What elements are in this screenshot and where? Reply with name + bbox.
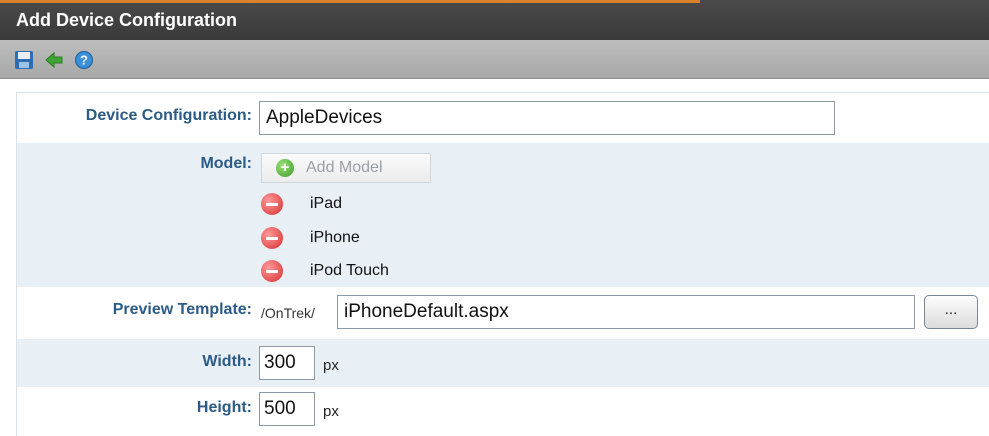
width-label: Width: [202, 353, 252, 370]
remove-icon[interactable] [261, 227, 283, 249]
window-title: Add Device Configuration [16, 10, 238, 30]
back-arrow-icon[interactable] [44, 50, 64, 70]
help-icon[interactable]: ? [74, 50, 94, 70]
add-plus-icon: + [276, 159, 294, 177]
browse-button[interactable]: ... [924, 295, 978, 329]
preview-template-input[interactable] [337, 295, 915, 329]
titlebar-accent-line [0, 0, 700, 3]
width-input[interactable] [259, 346, 315, 380]
template-path-prefix: /OnTrek/ [261, 305, 315, 321]
device-configuration-row: Device Configuration: [17, 93, 989, 143]
device-configuration-input[interactable] [259, 101, 835, 135]
form-panel: Device Configuration: Model: + Add Model… [16, 92, 989, 436]
device-configuration-label: Device Configuration: [85, 107, 252, 124]
remove-icon[interactable] [261, 193, 283, 215]
preview-template-row: Preview Template: /OnTrek/ ... [17, 287, 989, 339]
window-titlebar: Add Device Configuration [0, 0, 989, 40]
model-label: Model: [200, 155, 252, 172]
height-row: Height: px [17, 387, 989, 435]
height-unit: px [323, 403, 339, 420]
toolbar: ? [0, 40, 989, 79]
model-row: Model: + Add Model iPad iPhone iPod Touc… [17, 143, 989, 287]
preview-template-label: Preview Template: [112, 301, 252, 318]
add-model-label: Add Model [306, 159, 383, 176]
model-list-item: iPod Touch [261, 258, 561, 286]
height-label: Height: [196, 399, 252, 416]
width-unit: px [323, 357, 339, 374]
height-input[interactable] [259, 392, 315, 426]
model-name: iPod Touch [310, 262, 389, 279]
add-model-button[interactable]: + Add Model [261, 153, 431, 183]
model-list-item: iPhone [261, 225, 561, 253]
model-name: iPad [310, 195, 343, 212]
remove-icon[interactable] [261, 260, 283, 282]
save-icon[interactable] [14, 50, 34, 70]
svg-text:?: ? [80, 53, 88, 68]
model-name: iPhone [310, 229, 360, 246]
model-list-item: iPad [261, 191, 561, 219]
width-row: Width: px [17, 339, 989, 387]
